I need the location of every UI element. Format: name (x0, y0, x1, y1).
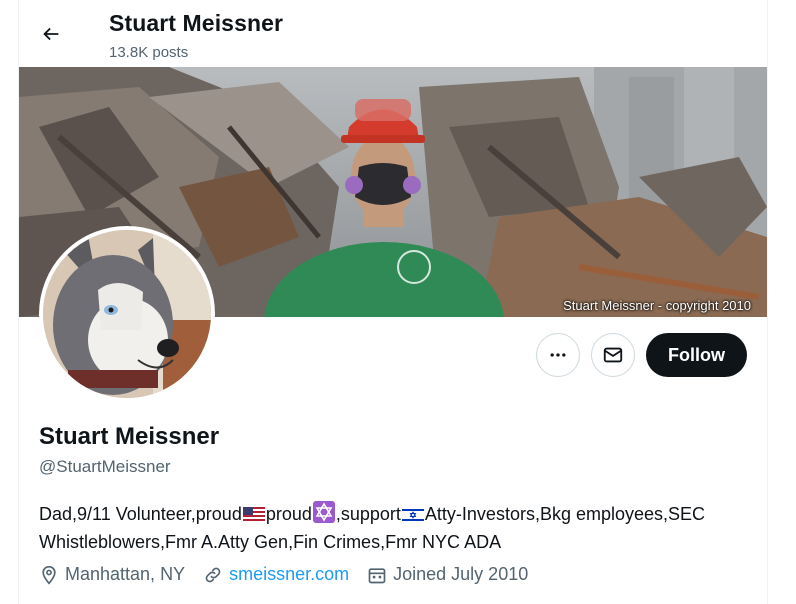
more-options-button[interactable] (536, 333, 580, 377)
profile-display-name: Stuart Meissner (39, 423, 220, 450)
profile-bio: Dad,9/11 Volunteer,proud proud ,support Att… (39, 501, 754, 555)
header-post-count: 13.8K posts (109, 44, 189, 61)
header-profile-name: Stuart Meissner (109, 10, 284, 36)
bio-text: proud (265, 504, 312, 524)
joined-text: Joined July 2010 (393, 564, 529, 584)
profile-meta: Manhattan, NY smeissner.com Joined July … (39, 564, 546, 585)
husky-avatar-image (43, 230, 211, 398)
follow-button[interactable]: Follow (646, 333, 747, 377)
envelope-icon (603, 347, 623, 363)
profile-actions: Follow (536, 333, 747, 377)
link-icon (205, 567, 221, 582)
star-of-david-emoji (312, 501, 335, 530)
profile-handle: @StuartMeissner (39, 457, 171, 476)
profile-website: smeissner.com (203, 564, 349, 585)
profile-column: Stuart Meissner 13.8K posts Stuart Meiss… (18, 0, 768, 604)
website-link[interactable]: smeissner.com (229, 564, 349, 585)
profile-header-bar: Stuart Meissner 13.8K posts (19, 0, 767, 67)
us-flag-emoji (242, 505, 265, 530)
profile-location: Manhattan, NY (39, 564, 185, 585)
israel-flag-emoji (401, 505, 424, 530)
profile-joined: Joined July 2010 (367, 564, 528, 585)
profile-avatar[interactable] (39, 226, 215, 402)
message-button[interactable] (591, 333, 635, 377)
arrow-left-icon (43, 27, 59, 41)
calendar-icon (368, 567, 386, 583)
bio-text: Dad,9/11 Volunteer,proud (39, 504, 242, 524)
location-text: Manhattan, NY (65, 564, 186, 584)
bio-text: ,support (335, 504, 401, 524)
banner-credit-text: Stuart Meissner - copyright 2010 (563, 298, 751, 313)
more-dots-icon (550, 353, 566, 357)
back-button[interactable] (33, 16, 69, 52)
location-pin-icon (42, 565, 56, 585)
